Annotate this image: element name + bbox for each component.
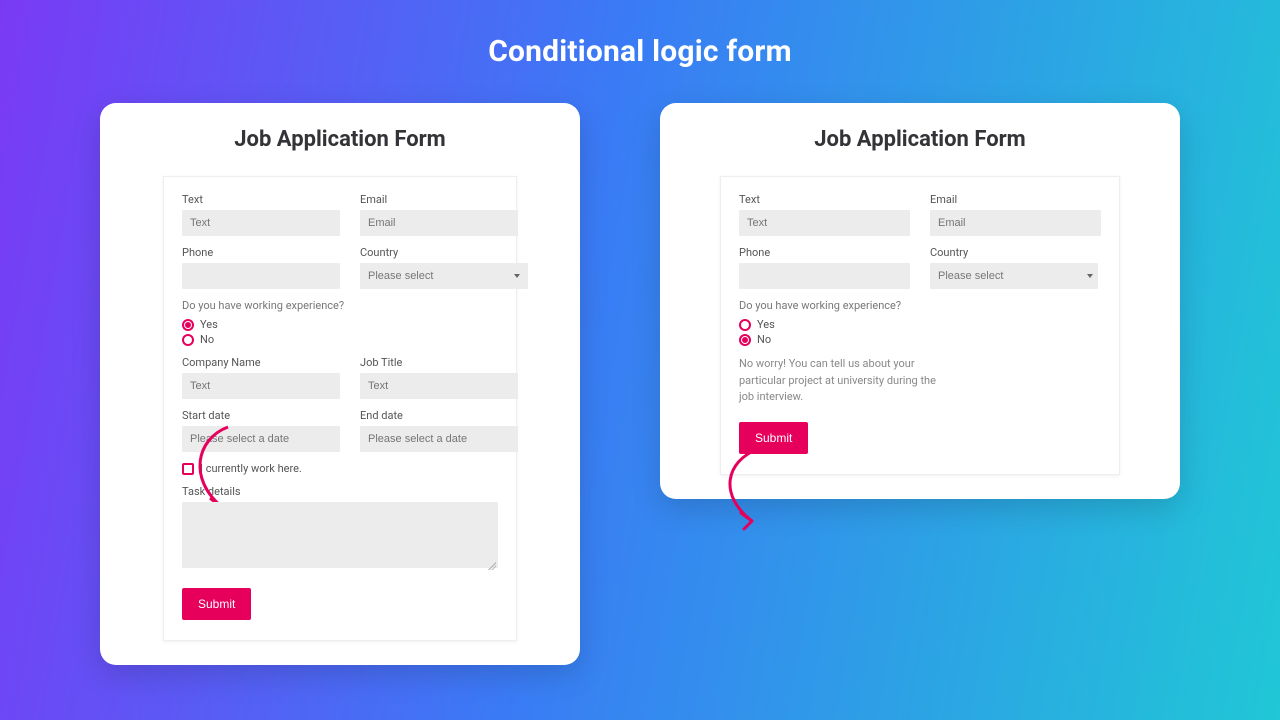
experience-question: Do you have working experience?	[182, 299, 498, 312]
form-card-no: Job Application Form Text Email Phone	[660, 103, 1180, 499]
text-input[interactable]	[739, 210, 910, 236]
phone-input[interactable]	[182, 263, 340, 289]
startdate-input[interactable]	[182, 426, 340, 452]
radio-no-label: No	[200, 333, 214, 346]
country-label: Country	[360, 246, 528, 259]
jobtitle-label: Job Title	[360, 356, 518, 369]
experience-question: Do you have working experience?	[739, 299, 1101, 312]
email-label: Email	[360, 193, 518, 206]
email-label: Email	[930, 193, 1101, 206]
job-application-form: Text Email Phone Country	[163, 176, 517, 641]
jobtitle-input[interactable]	[360, 373, 518, 399]
form-title: Job Application Form	[118, 127, 562, 152]
phone-label: Phone	[739, 246, 910, 259]
current-work-label: I currently work here.	[200, 462, 302, 475]
phone-label: Phone	[182, 246, 340, 259]
company-input[interactable]	[182, 373, 340, 399]
country-select[interactable]	[360, 263, 528, 289]
radio-no-label: No	[757, 333, 771, 346]
email-input[interactable]	[360, 210, 518, 236]
phone-input[interactable]	[739, 263, 910, 289]
taskdetails-textarea[interactable]	[182, 502, 498, 568]
country-select[interactable]	[930, 263, 1098, 289]
text-input[interactable]	[182, 210, 340, 236]
job-application-form: Text Email Phone Country	[720, 176, 1120, 475]
country-label: Country	[930, 246, 1101, 259]
company-label: Company Name	[182, 356, 340, 369]
submit-button[interactable]: Submit	[739, 422, 808, 454]
submit-button[interactable]: Submit	[182, 588, 251, 620]
enddate-label: End date	[360, 409, 518, 422]
radio-yes[interactable]	[182, 319, 194, 331]
email-input[interactable]	[930, 210, 1101, 236]
page-title: Conditional logic form	[0, 0, 1280, 69]
text-label: Text	[739, 193, 910, 206]
form-title: Job Application Form	[678, 127, 1162, 152]
no-experience-note: No worry! You can tell us about your par…	[739, 356, 939, 406]
enddate-input[interactable]	[360, 426, 518, 452]
current-work-checkbox[interactable]	[182, 463, 194, 475]
radio-no[interactable]	[182, 334, 194, 346]
text-label: Text	[182, 193, 340, 206]
startdate-label: Start date	[182, 409, 340, 422]
radio-yes[interactable]	[739, 319, 751, 331]
radio-yes-label: Yes	[200, 318, 218, 331]
form-card-yes: Job Application Form Text Email Phone	[100, 103, 580, 665]
taskdetails-label: Task details	[182, 485, 498, 498]
radio-no[interactable]	[739, 334, 751, 346]
radio-yes-label: Yes	[757, 318, 775, 331]
